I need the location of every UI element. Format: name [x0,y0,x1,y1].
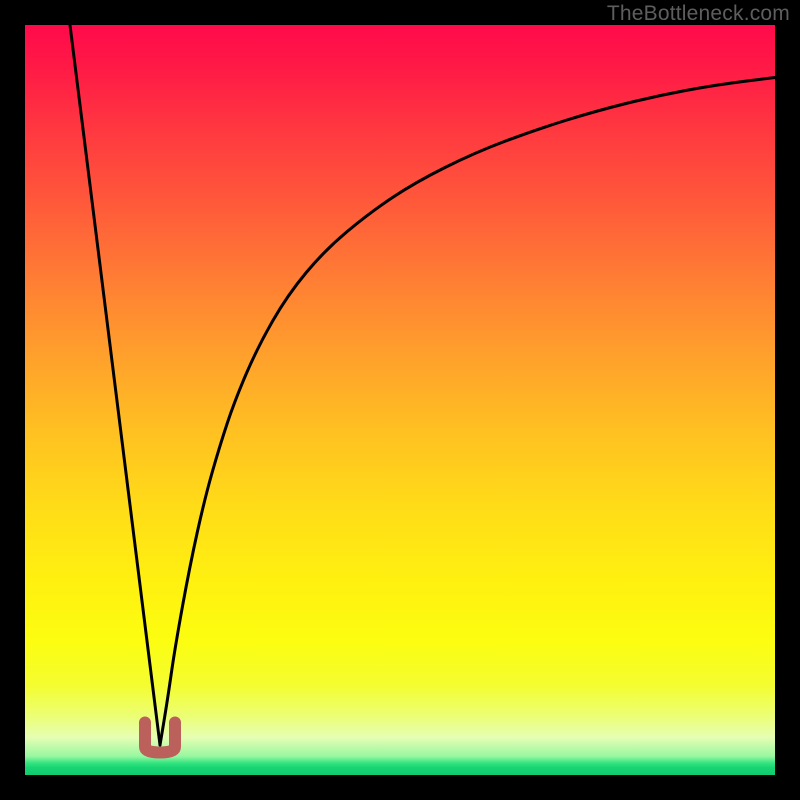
curve-left-branch [70,25,160,745]
chart-stage: TheBottleneck.com [0,0,800,800]
watermark-text: TheBottleneck.com [607,2,790,26]
curve-right-branch [160,78,775,746]
curves-overlay [25,25,775,775]
bottleneck-curve [70,25,775,745]
plot-area [25,25,775,775]
